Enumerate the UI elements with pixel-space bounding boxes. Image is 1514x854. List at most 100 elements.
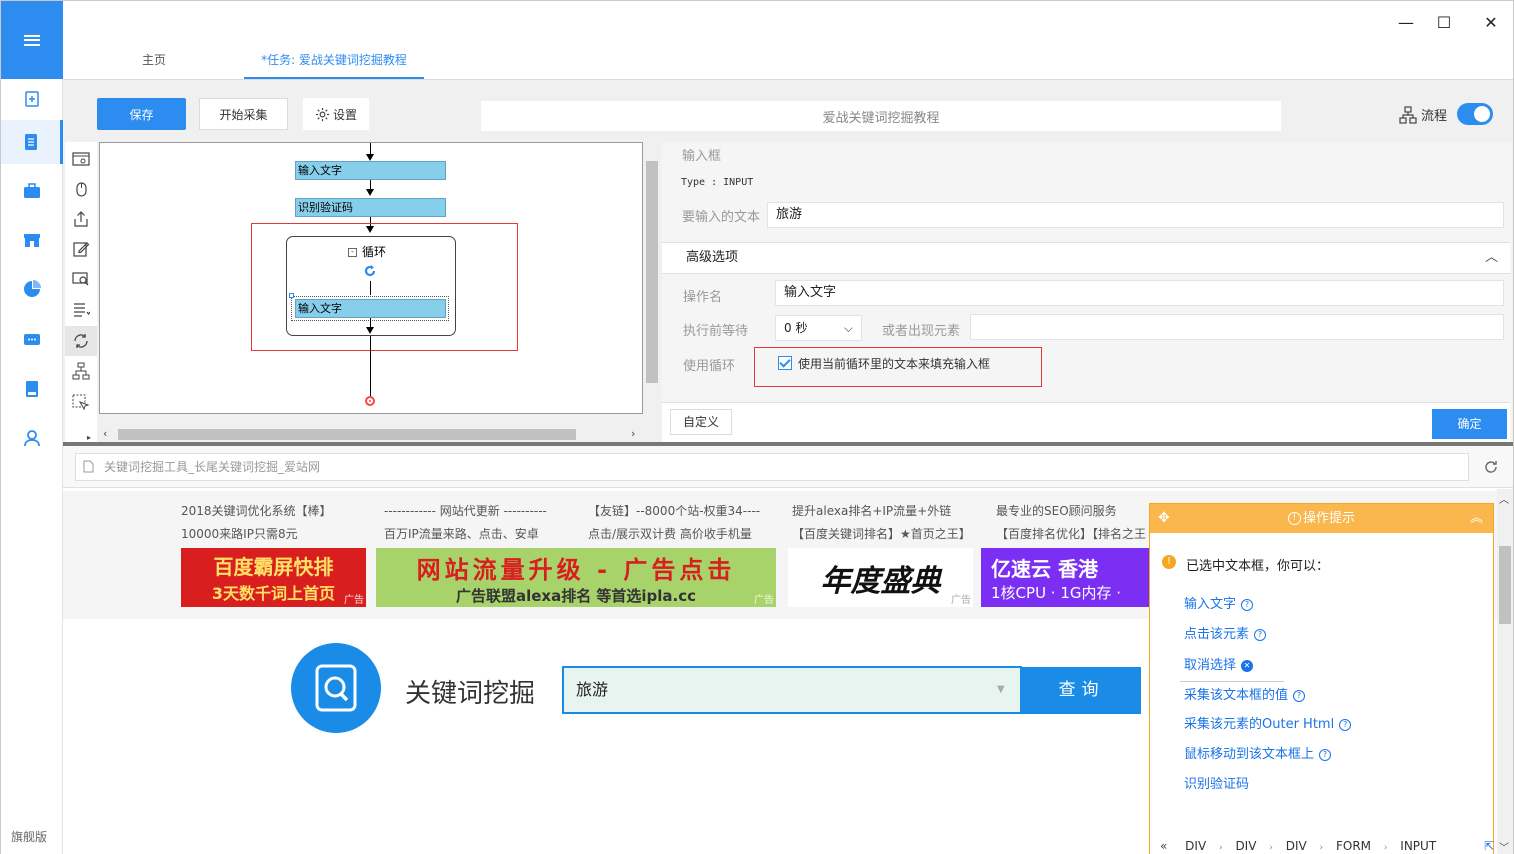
maximize-button[interactable]: ☐ [1429, 9, 1459, 35]
tool-open-page[interactable] [65, 144, 97, 174]
clipboard-add-icon [25, 91, 39, 107]
close-circle-icon[interactable]: ✕ [1241, 659, 1254, 672]
task-title-field[interactable]: 爱战关键词挖掘教程 [481, 101, 1281, 131]
ad-banner[interactable]: 网站流量升级 - 广告点击 广告联盟alexa排名 等首选ipla.cc 广告 [376, 548, 776, 607]
breadcrumb-back-icon[interactable]: « [1160, 839, 1167, 853]
ad-text[interactable]: 最专业的SEO顾问服务 [996, 502, 1117, 519]
nav-account[interactable] [1, 416, 63, 460]
site-search-input[interactable]: 旅游 [562, 666, 1022, 714]
wait-select[interactable]: 0 秒 ⌵ [775, 315, 862, 341]
nav-new-task[interactable] [1, 77, 63, 121]
ad-text[interactable]: 提升alexa排名+IP流量+外链 [792, 502, 951, 519]
ad-text[interactable]: 百万IP流量来路、点击、安卓 [384, 525, 539, 542]
tool-extract[interactable] [65, 204, 97, 234]
store-icon [24, 234, 40, 247]
site-logo[interactable] [291, 643, 381, 733]
op-name-input[interactable]: 输入文字 [775, 280, 1504, 306]
nav-stats[interactable] [1, 267, 63, 311]
site-query-button[interactable]: 查询 [1022, 667, 1141, 714]
tool-mouse-move[interactable] [65, 388, 97, 418]
breadcrumb-item[interactable]: DIV [1185, 839, 1206, 853]
breadcrumb-item[interactable]: INPUT [1400, 839, 1436, 853]
edit-icon [73, 242, 90, 257]
scroll-left-icon[interactable]: ‹ [103, 427, 107, 440]
tool-loop[interactable] [65, 326, 97, 356]
tool-branch[interactable] [65, 356, 97, 386]
save-button[interactable]: 保存 [97, 98, 186, 130]
scroll-right-icon[interactable]: › [631, 427, 635, 440]
page-vscrollbar[interactable] [1497, 489, 1513, 854]
flow-toggle[interactable] [1457, 103, 1493, 125]
ad-banner[interactable]: 百度霸屏快排 3天数千词上首页 广告 [181, 548, 366, 607]
tool-column: ▸ [65, 142, 97, 444]
selection-handle[interactable] [289, 293, 294, 298]
help-icon[interactable]: ? [1254, 628, 1267, 641]
tip-mouse-hover[interactable]: 鼠标移动到该文本框上? [1184, 743, 1332, 762]
tool-dropdown[interactable] [65, 294, 97, 324]
tip-cancel-selection[interactable]: 取消选择 ✕ [1184, 654, 1254, 673]
move-icon[interactable]: ✥ [1158, 504, 1170, 533]
text-input[interactable]: 旅游 [767, 202, 1504, 228]
menu-button[interactable] [1, 1, 63, 79]
tips-header[interactable]: ✥ ! 操作提示 ︽ [1150, 504, 1493, 533]
collapse-icon[interactable]: - [348, 248, 357, 257]
flow-node-input-text[interactable]: 输入文字 [295, 161, 446, 180]
address-bar[interactable]: 关键词挖掘工具_长尾关键词挖掘_爱站网 [75, 453, 1469, 481]
breadcrumb-item[interactable]: DIV [1235, 839, 1256, 853]
tool-captcha[interactable] [65, 264, 97, 294]
nav-toolbox[interactable] [1, 169, 63, 213]
flow-node-captcha[interactable]: 识别验证码 [295, 198, 446, 217]
dropdown-arrow-icon[interactable]: ▼ [997, 684, 1005, 695]
nav-store[interactable] [1, 218, 63, 262]
tip-extract-value[interactable]: 采集该文本框的值? [1184, 684, 1306, 703]
minimize-button[interactable]: — [1391, 9, 1421, 35]
scroll-down-icon[interactable]: ﹀ [1499, 839, 1509, 854]
custom-button[interactable]: 自定义 [670, 409, 732, 435]
confirm-button[interactable]: 确定 [1432, 409, 1507, 439]
tip-click-element[interactable]: 点击该元素? [1184, 623, 1267, 642]
flow-node-loop-input-text[interactable]: 输入文字 [295, 299, 446, 318]
page-vscroll-thumb[interactable] [1499, 546, 1511, 624]
ad-banner[interactable]: 年度盛典 广告 [788, 548, 973, 607]
flow-canvas[interactable]: 输入文字 识别验证码 - 循环 输入文字 [99, 142, 643, 414]
help-icon[interactable]: ? [1241, 598, 1254, 611]
ad-text[interactable]: 点击/展示双计费 高价收手机量 [588, 525, 752, 542]
ad-text[interactable]: 10000来路IP只需8元 [181, 525, 298, 542]
start-collect-button[interactable]: 开始采集 [199, 98, 288, 130]
ad-banner[interactable]: 亿速云 香港 1核CPU · 1G内存 · [981, 548, 1149, 607]
external-link-icon[interactable]: ⇱ [1484, 839, 1494, 853]
or-appear-input[interactable] [970, 314, 1504, 340]
advanced-options-header[interactable]: 高级选项 ︿ [662, 242, 1510, 274]
nav-tutorial[interactable] [1, 367, 63, 411]
settings-button[interactable]: 设置 [303, 98, 369, 130]
props-vscroll-thumb[interactable] [646, 161, 658, 383]
ad-text[interactable]: 【友链】--8000个站-权重34---- [588, 502, 760, 519]
ad-text[interactable]: ------------ 网站代更新 ---------- [384, 502, 547, 519]
help-icon[interactable]: ? [1339, 718, 1352, 731]
breadcrumb-item[interactable]: DIV [1286, 839, 1307, 853]
tip-extract-outer-html[interactable]: 采集该元素的Outer Html? [1184, 713, 1352, 732]
chevron-up-icon[interactable]: ︿ [1485, 243, 1498, 273]
tab-home[interactable]: 主页 [119, 41, 189, 79]
ad-text[interactable]: 【百度关键词排名】★首页之王】 [792, 525, 971, 542]
collapse-tools-icon[interactable]: ▸ [87, 433, 91, 442]
ad-text[interactable]: 【百度排名优化】【排名之王 [996, 525, 1148, 542]
canvas-hscroll-thumb[interactable] [118, 429, 576, 440]
nav-messages[interactable] [1, 318, 63, 362]
cursor-icon [72, 394, 90, 411]
tab-task[interactable]: *任务: 爱战关键词挖掘教程 [244, 41, 424, 79]
ad-text[interactable]: 2018关键词优化系统【棒】 [181, 502, 332, 519]
help-icon[interactable]: ? [1319, 748, 1332, 761]
collapse-up-icon[interactable]: ︽ [1470, 504, 1483, 533]
scroll-up-icon[interactable]: ︿ [1499, 491, 1509, 506]
breadcrumb-item[interactable]: FORM [1336, 839, 1371, 853]
tool-click[interactable] [65, 174, 97, 204]
help-icon[interactable]: ? [1293, 689, 1306, 702]
tool-input-text[interactable] [65, 234, 97, 264]
use-loop-checkbox[interactable] [778, 356, 792, 370]
nav-tasks[interactable] [1, 120, 63, 164]
refresh-icon[interactable] [1483, 459, 1499, 475]
tip-input-text[interactable]: 输入文字? [1184, 593, 1254, 612]
tip-recognize-captcha[interactable]: 识别验证码 [1184, 773, 1249, 792]
close-button[interactable]: ✕ [1476, 9, 1506, 35]
